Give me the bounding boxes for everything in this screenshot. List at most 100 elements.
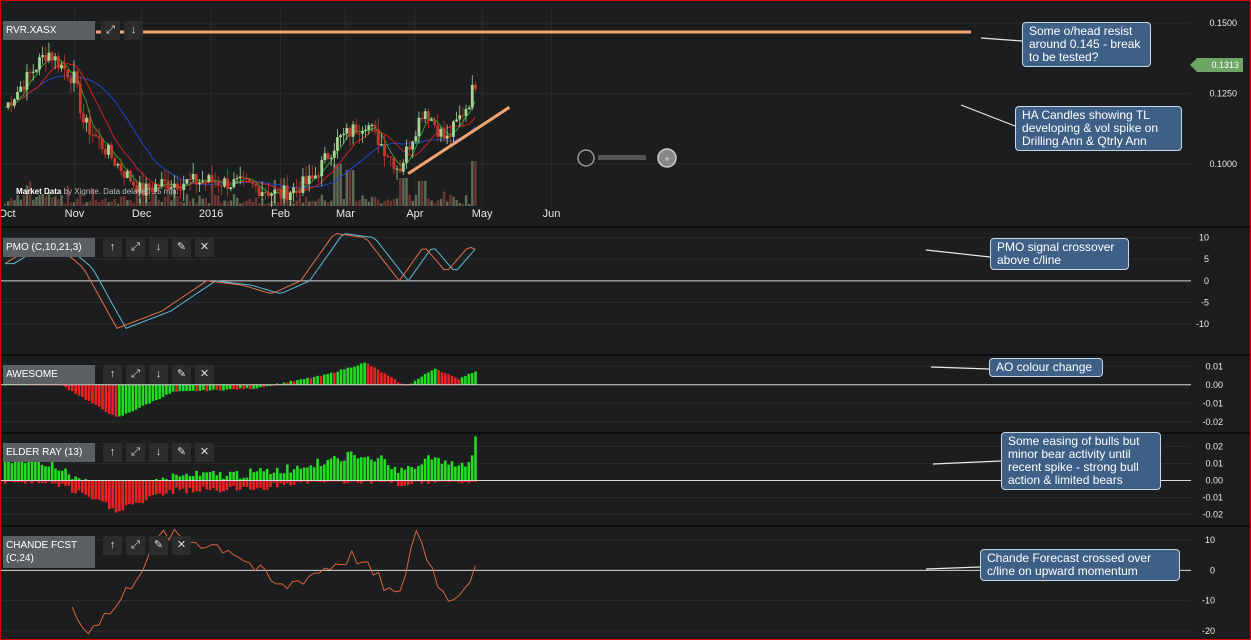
pmo-tick-label: 5 — [1204, 254, 1209, 264]
annotation-resist[interactable]: Some o/head resist around 0.145 - break … — [1022, 22, 1151, 67]
ao-bar — [144, 384, 148, 405]
volume-bar — [63, 203, 66, 206]
volume-bar — [424, 181, 427, 206]
month-label: Feb — [271, 208, 290, 220]
bear-power-bar — [111, 480, 114, 509]
volume-bar — [85, 202, 88, 206]
ao-bar — [252, 384, 256, 389]
candle-body — [219, 185, 223, 187]
bull-power-bar — [309, 465, 313, 481]
volume-bar — [226, 201, 229, 206]
ao-bar — [195, 384, 198, 392]
volume-bar — [455, 200, 458, 206]
close-icon[interactable]: ✕ — [172, 536, 191, 555]
annotation-ha-candles[interactable]: HA Candles showing TL developing & vol s… — [1015, 106, 1182, 151]
expand-icon[interactable]: ⤢ — [126, 536, 145, 555]
bull-power-bar — [198, 475, 202, 481]
candle-body — [179, 189, 183, 191]
bear-power-bar — [71, 480, 74, 493]
candle-body — [292, 187, 295, 193]
annotation-chande[interactable]: Chande Forecast crossed over c/line on u… — [980, 549, 1180, 581]
candle-body — [19, 86, 23, 92]
candle-body — [201, 181, 204, 183]
volume-bar — [295, 200, 298, 206]
arrow-up-icon[interactable]: ↑ — [103, 365, 122, 384]
volume-bar — [22, 195, 26, 206]
candle-body — [430, 119, 433, 121]
price-tick-label: 0.1250 — [1209, 88, 1237, 98]
pmo-tick-label: 10 — [1199, 233, 1209, 243]
arrow-up-icon[interactable]: ↑ — [103, 536, 122, 555]
bear-power-bar — [114, 480, 118, 513]
arrow-down-icon[interactable]: ↓ — [149, 365, 168, 384]
volume-bar — [214, 194, 217, 206]
expand-icon[interactable]: ⤢ — [101, 21, 120, 40]
volume-bar — [229, 200, 233, 206]
ao-bar — [292, 381, 296, 385]
candle-body — [238, 176, 242, 179]
arrow-down-icon[interactable]: ↓ — [149, 238, 168, 257]
ao-bar — [151, 384, 155, 402]
bear-power-bar — [262, 480, 266, 490]
elder-tick-label: -0.02 — [1202, 510, 1223, 520]
expand-icon[interactable]: ⤢ — [126, 443, 145, 462]
bull-power-bar — [457, 465, 460, 481]
ao-bar — [228, 384, 232, 390]
close-icon[interactable]: ✕ — [195, 443, 214, 462]
candle-body — [304, 176, 308, 185]
pencil-icon[interactable]: ✎ — [172, 365, 191, 384]
ao-bar — [312, 377, 316, 385]
bull-power-bar — [232, 471, 235, 481]
volume-bar — [427, 198, 430, 206]
arrow-up-icon[interactable]: ↑ — [103, 238, 122, 257]
volume-bar — [201, 198, 204, 206]
candle-body — [53, 56, 57, 61]
arrow-down-icon[interactable]: ↓ — [124, 21, 143, 40]
candle-body — [198, 182, 201, 185]
pencil-icon[interactable]: ✎ — [172, 443, 191, 462]
bear-power-bar — [269, 480, 272, 488]
annotation-elder[interactable]: Some easing of bulls but minor bear acti… — [1001, 432, 1161, 490]
annotation-ao[interactable]: AO colour change — [989, 358, 1103, 377]
bull-power-bar — [225, 475, 229, 481]
candle-body — [423, 111, 427, 119]
arrow-up-icon[interactable]: ↑ — [103, 443, 122, 462]
volume-bar — [446, 201, 449, 206]
candle-body — [298, 188, 302, 194]
bull-power-bar — [215, 475, 219, 481]
bear-power-bar — [165, 480, 168, 494]
price-panel-buttons: ⤢ ↓ — [101, 21, 143, 40]
ao-bar — [84, 384, 88, 400]
candle-body — [379, 143, 383, 146]
annotation-pmo[interactable]: PMO signal crossover above c/line — [990, 238, 1129, 270]
bull-power-bar — [269, 473, 272, 481]
pencil-icon[interactable]: ✎ — [149, 536, 168, 555]
bear-power-bar — [94, 480, 98, 500]
ao-bar — [289, 380, 292, 385]
volume-bar — [166, 194, 170, 206]
close-icon[interactable]: ✕ — [195, 238, 214, 257]
ao-bar — [111, 384, 114, 415]
volume-bar — [320, 194, 324, 206]
bear-power-bar — [215, 480, 219, 491]
pencil-icon[interactable]: ✎ — [172, 238, 191, 257]
elder-panel-label: ELDER RAY (13) — [3, 443, 95, 462]
candle-body — [314, 175, 317, 179]
bull-power-bar — [249, 468, 252, 481]
expand-icon[interactable]: ⤢ — [126, 365, 145, 384]
bull-power-bar — [205, 472, 208, 481]
candle-body — [210, 175, 214, 182]
ao-bar — [87, 384, 91, 401]
bear-power-bar — [282, 480, 286, 485]
ao-bar — [232, 384, 235, 390]
expand-icon[interactable]: ⤢ — [126, 238, 145, 257]
month-label: May — [472, 208, 493, 220]
volume-bar — [251, 201, 255, 206]
volume-bar — [292, 203, 295, 206]
ao-bar — [94, 384, 98, 405]
arrow-down-icon[interactable]: ↓ — [149, 443, 168, 462]
bear-power-bar — [171, 480, 175, 495]
ao-panel-label: AWESOME — [3, 365, 95, 384]
candle-body — [367, 125, 371, 130]
close-icon[interactable]: ✕ — [195, 365, 214, 384]
